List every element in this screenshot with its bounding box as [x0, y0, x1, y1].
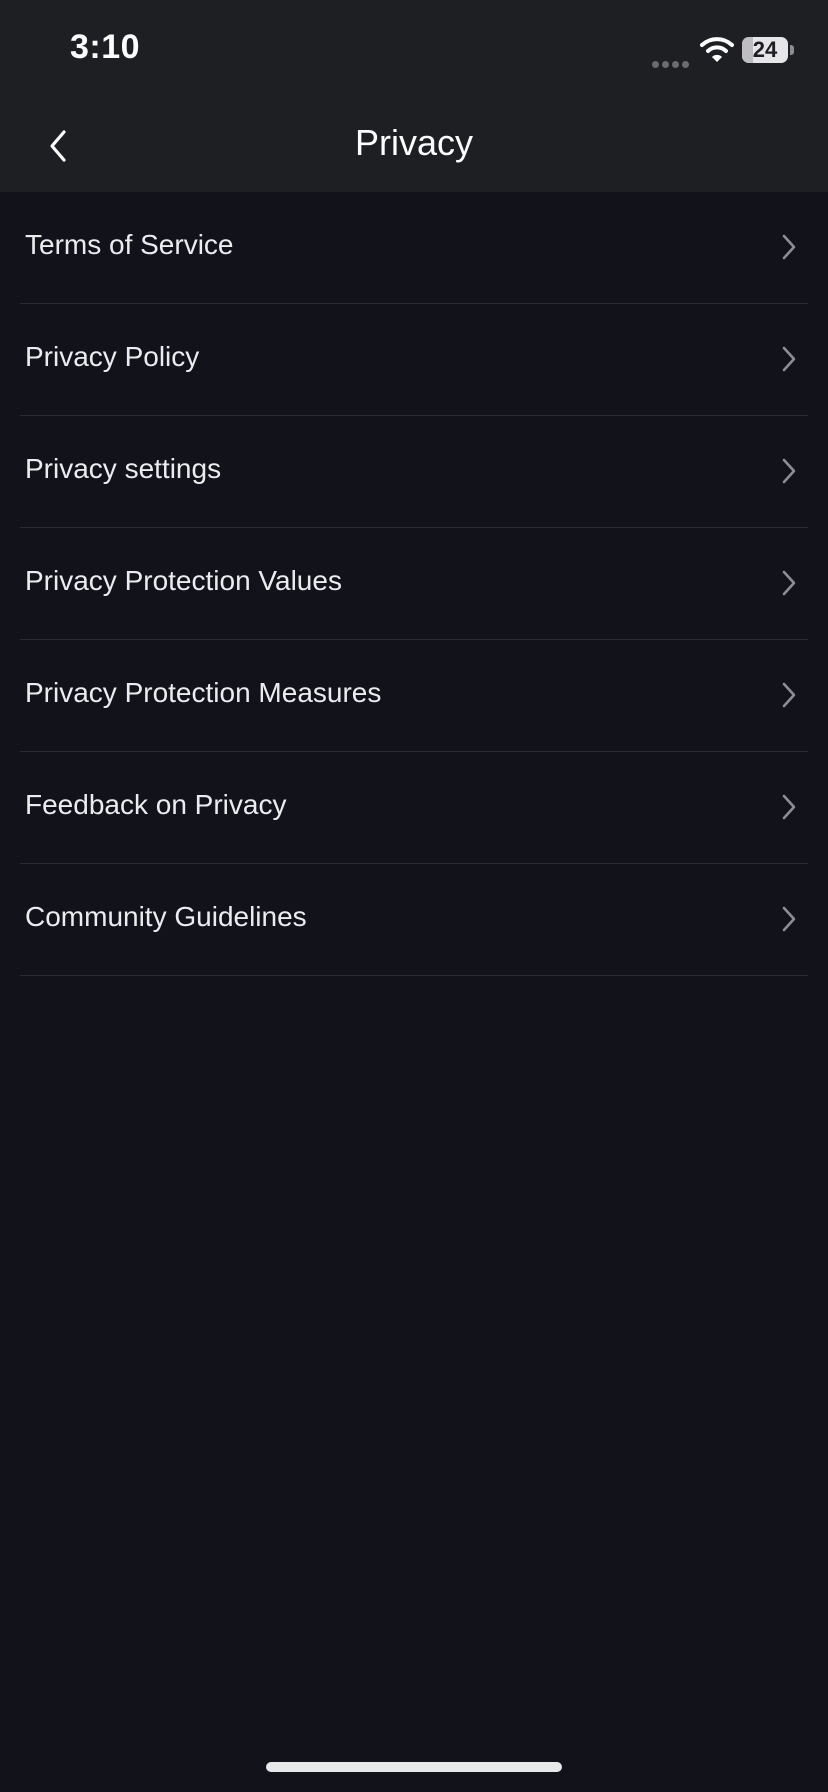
- chevron-right-icon: [782, 794, 796, 820]
- nav-bar: Privacy: [0, 100, 828, 192]
- menu-item-feedback-on-privacy[interactable]: Feedback on Privacy: [0, 752, 828, 864]
- chevron-right-icon: [782, 458, 796, 484]
- home-indicator[interactable]: [266, 1762, 562, 1772]
- chevron-right-icon: [782, 234, 796, 260]
- status-bar: 3:10 24: [0, 0, 828, 100]
- page-title: Privacy: [354, 122, 474, 163]
- header-area: 3:10 24 Privacy: [0, 0, 828, 192]
- signal-dots-icon: [652, 55, 692, 68]
- menu-item-community-guidelines[interactable]: Community Guidelines: [0, 864, 828, 976]
- privacy-menu-list: Terms of Service Privacy Policy Privacy …: [0, 192, 828, 976]
- chevron-right-icon: [782, 346, 796, 372]
- menu-item-label: Privacy Protection Values: [25, 565, 342, 596]
- menu-item-label: Privacy Protection Measures: [25, 677, 382, 708]
- chevron-right-icon: [782, 906, 796, 932]
- chevron-right-icon: [782, 570, 796, 596]
- battery-cap: [790, 45, 794, 55]
- menu-item-label: Privacy Policy: [25, 341, 200, 372]
- menu-item-privacy-policy[interactable]: Privacy Policy: [0, 304, 828, 416]
- wifi-icon: [700, 36, 734, 62]
- menu-item-terms-of-service[interactable]: Terms of Service: [0, 192, 828, 304]
- menu-item-label: Feedback on Privacy: [25, 789, 287, 820]
- menu-item-privacy-protection-values[interactable]: Privacy Protection Values: [0, 528, 828, 640]
- chevron-left-icon: [50, 130, 66, 162]
- back-button[interactable]: [30, 116, 90, 176]
- menu-item-privacy-protection-measures[interactable]: Privacy Protection Measures: [0, 640, 828, 752]
- status-time: 3:10: [70, 28, 141, 66]
- menu-item-label: Terms of Service: [25, 229, 234, 260]
- battery-icon: 24: [742, 37, 788, 63]
- menu-item-label: Privacy settings: [25, 453, 222, 484]
- menu-item-label: Community Guidelines: [25, 901, 307, 932]
- menu-item-privacy-settings[interactable]: Privacy settings: [0, 416, 828, 528]
- chevron-right-icon: [782, 682, 796, 708]
- battery-percent: 24: [752, 37, 778, 62]
